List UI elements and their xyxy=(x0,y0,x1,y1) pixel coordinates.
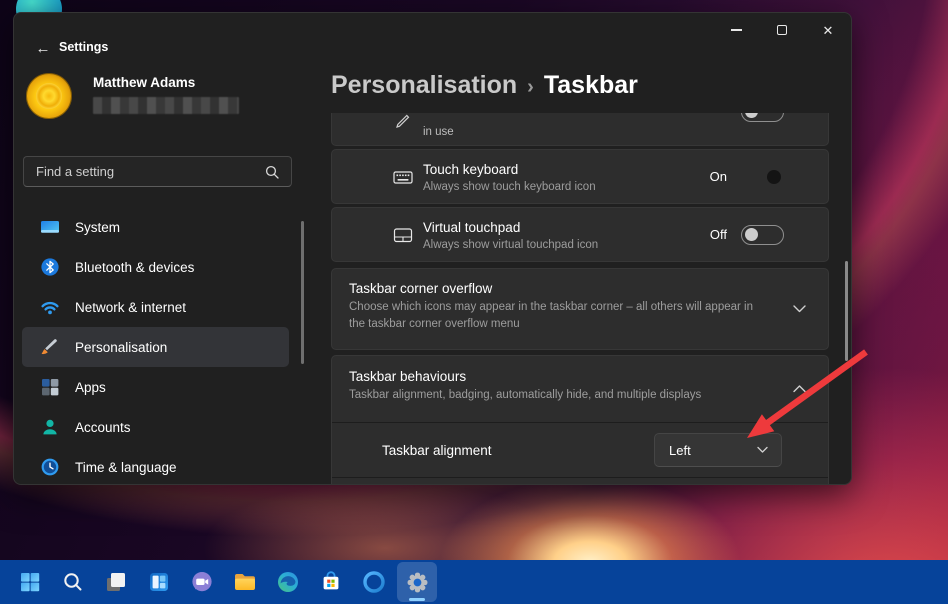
sidebar-item-label: System xyxy=(75,220,120,235)
user-profile[interactable]: Matthew Adams xyxy=(14,69,314,133)
store-icon xyxy=(319,570,343,594)
chevron-down-icon xyxy=(757,447,768,454)
sidebar-nav: System Bluetooth & devices Network & int… xyxy=(14,207,314,485)
taskbar-search-button[interactable] xyxy=(53,562,93,602)
sidebar-item-label: Apps xyxy=(75,380,106,395)
virtual-touchpad-toggle[interactable] xyxy=(741,225,784,245)
taskbar-behaviours-header[interactable]: Taskbar behaviours Taskbar alignment, ba… xyxy=(332,356,828,422)
touch-keyboard-row[interactable]: Touch keyboard Always show touch keyboar… xyxy=(331,149,829,204)
row-title: Touch keyboard xyxy=(423,162,518,177)
network-icon xyxy=(40,297,60,317)
widgets-icon xyxy=(147,570,171,594)
sidebar-item-network-internet[interactable]: Network & internet xyxy=(22,287,289,327)
user-name: Matthew Adams xyxy=(93,75,195,90)
desktop-screen: ← Settings ✕ Matthew Adams Sy xyxy=(0,0,948,604)
close-icon: ✕ xyxy=(823,24,834,37)
settings-button[interactable] xyxy=(397,562,437,602)
cortana-icon xyxy=(361,569,387,595)
taskbar xyxy=(0,560,948,604)
pen-menu-toggle-partial[interactable] xyxy=(741,113,784,122)
settings-content: in use Touch keyboard Always show touch … xyxy=(331,113,829,485)
row-title: Virtual touchpad xyxy=(423,220,520,235)
avatar xyxy=(26,73,72,119)
card-subtitle: Choose which icons may appear in the tas… xyxy=(349,299,768,332)
personalisation-icon xyxy=(40,337,60,357)
chat-button[interactable] xyxy=(182,562,222,602)
sidebar-item-apps[interactable]: Apps xyxy=(22,367,289,407)
sidebar-item-label: Network & internet xyxy=(75,300,186,315)
edge-button[interactable] xyxy=(268,562,308,602)
time-language-icon xyxy=(40,457,60,477)
sidebar-item-label: Accounts xyxy=(75,420,131,435)
start-button[interactable] xyxy=(10,562,50,602)
pen-menu-row-partial[interactable]: in use xyxy=(331,113,829,146)
search-icon xyxy=(61,570,85,594)
breadcrumb-parent[interactable]: Personalisation xyxy=(331,71,517,99)
next-row-partial xyxy=(332,478,828,485)
chevron-down-icon[interactable] xyxy=(793,305,806,313)
pen-icon xyxy=(392,113,414,130)
sidebar-item-bluetooth-devices[interactable]: Bluetooth & devices xyxy=(22,247,289,287)
task-view-button[interactable] xyxy=(96,562,136,602)
virtual-touchpad-icon xyxy=(392,224,414,246)
touch-keyboard-toggle[interactable] xyxy=(741,167,784,187)
row-subtitle: Always show touch keyboard icon xyxy=(423,181,710,193)
settings-gear-icon xyxy=(406,571,429,594)
toggle-state-label: Off xyxy=(710,227,727,242)
task-view-icon xyxy=(104,570,128,594)
breadcrumb: Personalisation›Taskbar xyxy=(331,71,638,100)
chat-icon xyxy=(190,570,214,594)
taskbar-alignment-label: Taskbar alignment xyxy=(382,443,492,458)
search-icon[interactable] xyxy=(265,165,279,179)
file-explorer-icon xyxy=(232,569,258,595)
sidebar-item-label: Bluetooth & devices xyxy=(75,260,194,275)
sidebar-item-accounts[interactable]: Accounts xyxy=(22,407,289,447)
cortana-button[interactable] xyxy=(354,562,394,602)
apps-icon xyxy=(40,377,60,397)
store-button[interactable] xyxy=(311,562,351,602)
minimize-icon xyxy=(731,29,742,31)
settings-window: ← Settings ✕ Matthew Adams Sy xyxy=(13,12,852,485)
virtual-touchpad-row[interactable]: Virtual touchpad Always show virtual tou… xyxy=(331,207,829,262)
user-email-redacted xyxy=(93,97,239,114)
chevron-up-icon[interactable] xyxy=(793,385,806,393)
page-title: Taskbar xyxy=(544,71,638,99)
sidebar-item-time-language[interactable]: Time & language xyxy=(22,447,289,485)
card-subtitle: Taskbar alignment, badging, automaticall… xyxy=(349,387,768,404)
widgets-button[interactable] xyxy=(139,562,179,602)
taskbar-behaviours-card: Taskbar behaviours Taskbar alignment, ba… xyxy=(331,355,829,485)
file-explorer-button[interactable] xyxy=(225,562,265,602)
search-input[interactable] xyxy=(24,164,265,179)
minimize-button[interactable] xyxy=(713,13,759,47)
maximize-button[interactable] xyxy=(759,13,805,47)
taskbar-alignment-dropdown[interactable]: Left xyxy=(654,433,782,467)
sidebar-item-system[interactable]: System xyxy=(22,207,289,247)
breadcrumb-separator-icon: › xyxy=(517,76,544,98)
sidebar-item-label: Personalisation xyxy=(75,340,167,355)
taskbar-alignment-row: Taskbar alignment Left xyxy=(332,423,828,477)
taskbar-corner-overflow-header[interactable]: Taskbar corner overflow Choose which ico… xyxy=(332,269,828,349)
accounts-icon xyxy=(40,417,60,437)
touch-keyboard-icon xyxy=(392,166,414,188)
taskbar-corner-overflow-card: Taskbar corner overflow Choose which ico… xyxy=(331,268,829,350)
window-title: Settings xyxy=(59,40,108,54)
settings-search-box xyxy=(23,156,292,187)
back-button[interactable]: ← xyxy=(28,35,58,61)
start-icon xyxy=(21,573,39,591)
content-scrollbar[interactable] xyxy=(845,261,848,361)
edge-icon xyxy=(276,570,300,594)
toggle-state-label: On xyxy=(710,169,727,184)
maximize-icon xyxy=(777,25,787,35)
sidebar-item-label: Time & language xyxy=(75,460,177,475)
row-subtitle-partial: in use xyxy=(423,126,741,138)
system-icon xyxy=(40,217,60,237)
caption-buttons: ✕ xyxy=(713,13,851,47)
card-title: Taskbar behaviours xyxy=(349,369,768,384)
card-title: Taskbar corner overflow xyxy=(349,281,768,296)
close-button[interactable]: ✕ xyxy=(805,13,851,47)
sidebar-item-personalisation[interactable]: Personalisation xyxy=(22,327,289,367)
row-subtitle: Always show virtual touchpad icon xyxy=(423,239,710,251)
bluetooth-icon xyxy=(40,257,60,277)
sidebar-scrollbar[interactable] xyxy=(301,221,304,364)
